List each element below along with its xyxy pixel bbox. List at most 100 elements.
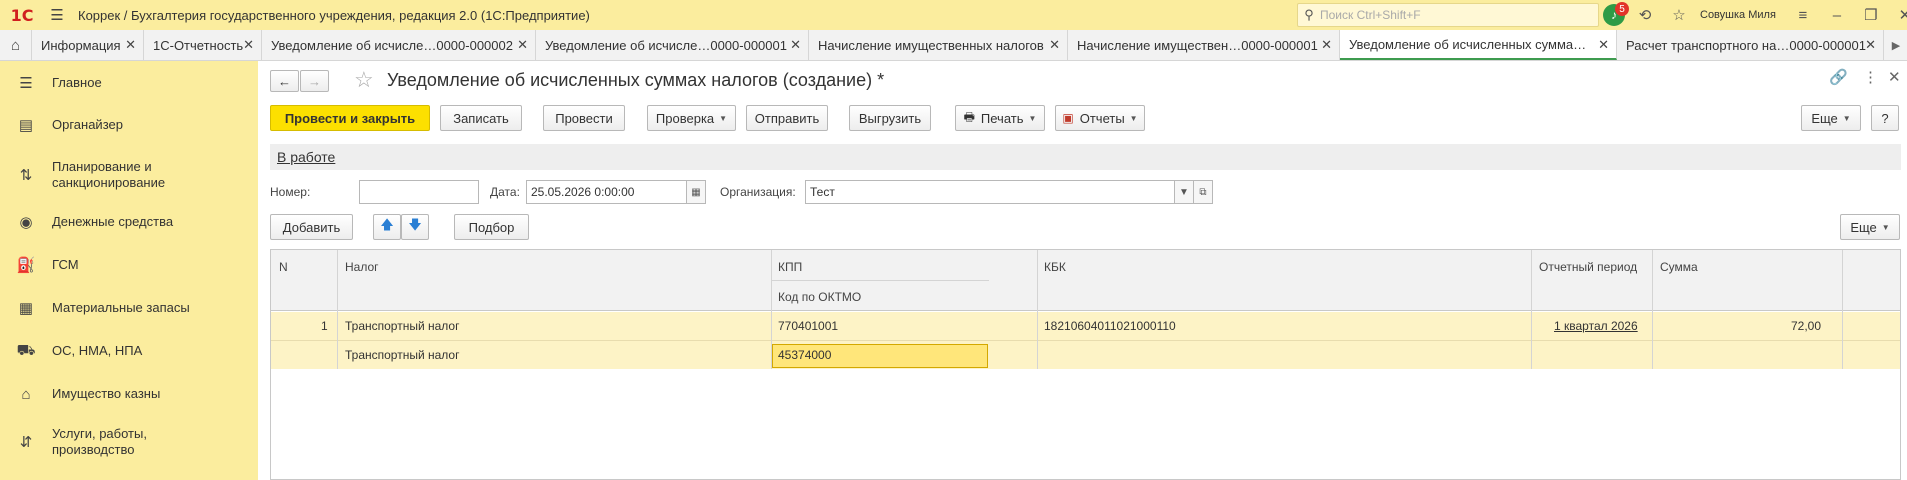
close-tab-icon[interactable]: ✕: [243, 37, 254, 53]
tab-transport-tax-calc[interactable]: Расчет транспортного на…0000-000001 ✕: [1617, 30, 1884, 60]
sidebar-item-main[interactable]: ☰ Главное: [0, 73, 258, 93]
check-button[interactable]: Проверка ▼: [647, 105, 736, 131]
save-button[interactable]: Записать: [440, 105, 522, 131]
status-link[interactable]: В работе: [277, 149, 335, 165]
tab-property-tax-000001[interactable]: Начисление имуществен…0000-000001 ✕: [1068, 30, 1340, 60]
sidebar-item-fixed-assets[interactable]: ⛟ ОС, НМА, НПА: [0, 341, 258, 361]
arrow-left-icon: ←: [278, 73, 291, 89]
chevron-down-icon: ▼: [1028, 113, 1037, 123]
close-tab-icon[interactable]: ✕: [1598, 37, 1609, 53]
tabs-scroll-right-icon[interactable]: ▶: [1885, 30, 1907, 60]
home-icon[interactable]: ⌂: [0, 30, 32, 60]
sidebar-item-treasury[interactable]: ⌂ Имущество казны: [0, 384, 258, 404]
more-vertical-icon[interactable]: ⋮: [1863, 68, 1878, 86]
close-tab-icon[interactable]: ✕: [790, 37, 801, 53]
favorites-star-icon[interactable]: ☆: [1662, 0, 1696, 30]
post-and-close-button[interactable]: Провести и закрыть: [270, 105, 430, 131]
page-title: Уведомление об исчисленных суммах налого…: [387, 70, 885, 90]
tab-property-tax-accrual[interactable]: Начисление имущественных налогов ✕: [809, 30, 1068, 60]
col-divider: [1531, 250, 1532, 369]
print-label: Печать: [980, 110, 1024, 126]
settings-menu-icon[interactable]: ≡: [1786, 0, 1820, 30]
close-tab-icon[interactable]: ✕: [1049, 37, 1060, 53]
cell-period-link[interactable]: 1 квартал 2026: [1554, 319, 1638, 333]
close-tab-icon[interactable]: ✕: [125, 37, 136, 53]
send-button[interactable]: Отправить: [746, 105, 828, 131]
row-subline: [271, 340, 1900, 341]
minimize-icon[interactable]: –: [1820, 0, 1854, 30]
number-field[interactable]: [359, 180, 479, 204]
close-tab-icon[interactable]: ✕: [1321, 37, 1332, 53]
col-header-kbk[interactable]: КБК: [1044, 260, 1066, 274]
menu-icon: ☰: [19, 75, 33, 92]
check-label: Проверка: [655, 110, 715, 126]
chevron-down-icon: ▼: [719, 113, 728, 123]
calendar-icon[interactable]: ▦: [686, 180, 706, 204]
favorite-star-icon[interactable]: ☆: [354, 67, 374, 93]
forward-button[interactable]: →: [300, 70, 329, 92]
open-icon[interactable]: ⧉: [1193, 180, 1213, 204]
move-down-button[interactable]: 🡇: [401, 214, 429, 240]
history-icon[interactable]: ⟲: [1628, 0, 1662, 30]
hamburger-menu-icon[interactable]: ☰: [44, 0, 70, 30]
tab-label: Расчет транспортного на…0000-000001: [1626, 37, 1866, 53]
col-header-n[interactable]: N: [279, 260, 288, 274]
sidebar-item-services[interactable]: ⇵ Услуги, работы, производство: [0, 425, 258, 459]
sidebar-item-fuel[interactable]: ⛽ ГСМ: [0, 255, 258, 275]
col-header-oktmo[interactable]: Код по ОКТМО: [778, 290, 861, 304]
global-search-input[interactable]: ⚲ Поиск Ctrl+Shift+F: [1297, 3, 1599, 27]
link-icon[interactable]: 🔗: [1829, 68, 1848, 86]
tab-notification-000002[interactable]: Уведомление об исчисле…0000-000002 ✕: [262, 30, 536, 60]
tab-label: Информация: [41, 37, 121, 53]
col-header-tax[interactable]: Налог: [345, 260, 379, 274]
number-label: Номер:: [270, 185, 311, 199]
tab-notification-000001[interactable]: Уведомление об исчисле…0000-000001 ✕: [536, 30, 809, 60]
tab-current-notification[interactable]: Уведомление об исчисленных сумма… ✕: [1340, 30, 1617, 60]
planning-icon: ⇅: [19, 167, 33, 184]
post-button[interactable]: Провести: [543, 105, 625, 131]
tab-1c-reporting[interactable]: 1С-Отчетность ✕: [144, 30, 262, 60]
reports-button[interactable]: ▣ Отчеты ▼: [1055, 105, 1145, 131]
back-button[interactable]: ←: [270, 70, 299, 92]
col-header-period[interactable]: Отчетный период: [1539, 260, 1637, 274]
sidebar-item-organizer[interactable]: ▤ Органайзер: [0, 115, 258, 135]
move-up-button[interactable]: 🡅: [373, 214, 401, 240]
tab-information[interactable]: Информация ✕: [32, 30, 144, 60]
tab-label: 1С-Отчетность: [153, 37, 244, 53]
print-button[interactable]: 🖶 Печать ▼: [955, 105, 1045, 131]
sidebar-item-label: Услуги, работы, производство: [52, 426, 147, 457]
close-tab-icon[interactable]: ✕: [1865, 37, 1876, 53]
notification-count-badge: 5: [1615, 2, 1629, 16]
app-title: Коррек / Бухгалтерия государственного уч…: [78, 7, 590, 23]
export-button[interactable]: Выгрузить: [849, 105, 931, 131]
more-button[interactable]: Еще ▼: [1801, 105, 1861, 131]
header-divider: [771, 280, 989, 281]
printer-icon: 🖶: [963, 109, 975, 124]
user-name[interactable]: Совушка Миля: [1700, 9, 1776, 21]
col-header-kpp[interactable]: КПП: [778, 260, 802, 274]
table-more-button[interactable]: Еще ▼: [1840, 214, 1900, 240]
taxes-table: N Налог КПП Код по ОКТМО КБК Отчетный пе…: [270, 249, 1901, 480]
date-field[interactable]: 25.05.2026 0:00:00: [526, 180, 687, 204]
organization-field[interactable]: Тест: [805, 180, 1175, 204]
search-placeholder: Поиск Ctrl+Shift+F: [1320, 8, 1421, 22]
sidebar-item-label: ОС, НМА, НПА: [52, 343, 143, 358]
pick-button[interactable]: Подбор: [454, 214, 529, 240]
dropdown-icon[interactable]: ▼: [1174, 180, 1194, 204]
restore-icon[interactable]: ❐: [1854, 0, 1888, 30]
close-window-icon[interactable]: ✕: [1888, 0, 1907, 30]
help-button[interactable]: ?: [1871, 105, 1899, 131]
close-form-icon[interactable]: ✕: [1888, 68, 1901, 86]
add-row-button[interactable]: Добавить: [270, 214, 353, 240]
sidebar-item-money[interactable]: ◉ Денежные средства: [0, 212, 258, 232]
col-divider: [1842, 250, 1843, 369]
sidebar-item-planning[interactable]: ⇅ Планирование и санкционирование: [0, 158, 258, 192]
report-icon: ▣: [1062, 111, 1074, 125]
notifications-button[interactable]: ♪ 5: [1600, 0, 1629, 30]
close-tab-icon[interactable]: ✕: [517, 37, 528, 53]
open-tabs-bar: ⌂ Информация ✕ 1С-Отчетность ✕ Уведомление…: [0, 30, 1907, 61]
sidebar-item-inventory[interactable]: ▦ Материальные запасы: [0, 298, 258, 318]
document-form: ← → ☆ Уведомление об исчисленных суммах …: [258, 61, 1907, 480]
col-header-sum[interactable]: Сумма: [1660, 260, 1698, 274]
fuel-icon: ⛽: [16, 257, 36, 274]
